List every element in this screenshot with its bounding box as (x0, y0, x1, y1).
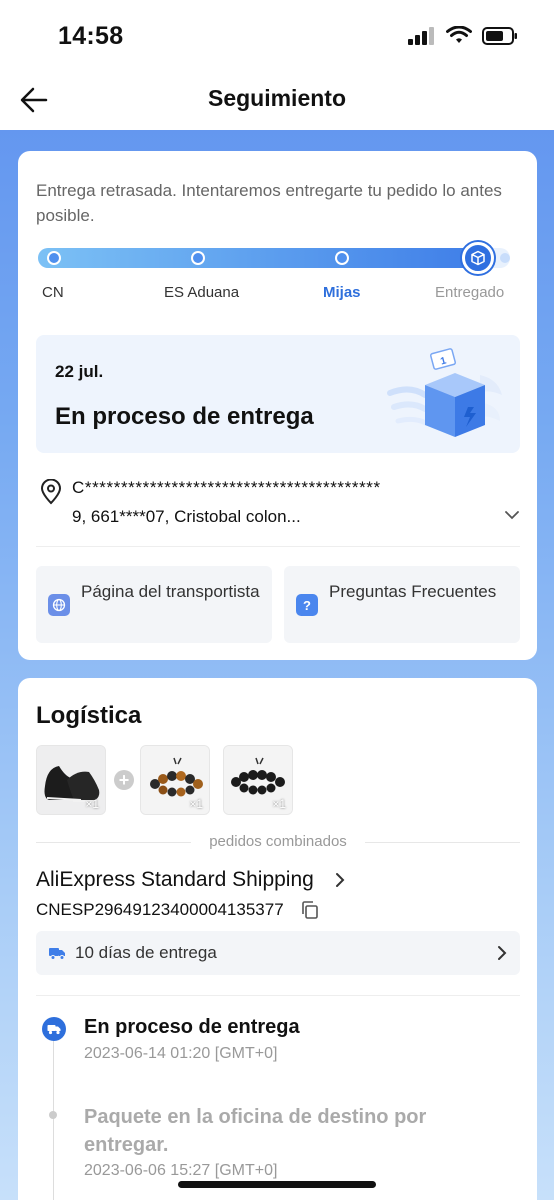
progress-fill (38, 248, 481, 268)
timeline-event-time: 2023-06-06 15:27 [GMT+0] (84, 1162, 278, 1179)
product-thumbnail-black-bead-bracelet[interactable]: ×1 (223, 745, 293, 815)
package-icon (471, 250, 485, 266)
timeline-event-title: Paquete en la oficina de destino por ent… (84, 1106, 427, 1156)
timeline-event-time: 2023-06-14 01:20 [GMT+0] (84, 1045, 278, 1062)
quantity-label: ×1 (272, 797, 286, 811)
status-bar: 14:58 (0, 0, 554, 70)
stage-label-mijas: Mijas (323, 284, 361, 301)
delivery-box-illustration: 1 (387, 348, 502, 437)
plus-icon: + (114, 770, 134, 790)
chevron-right-icon (336, 873, 345, 887)
faq-button[interactable]: ? Preguntas Frecuentes (284, 566, 520, 643)
chevron-right-icon (498, 946, 507, 960)
progress-tail (500, 253, 510, 263)
truck-icon (49, 948, 65, 960)
stage-dot-aduana (191, 251, 205, 265)
globe-icon (48, 594, 70, 616)
quantity-label: ×1 (189, 797, 203, 811)
page-title: Seguimiento (207, 85, 346, 111)
carrier-name-link[interactable]: AliExpress Standard Shipping (36, 868, 314, 892)
home-indicator (178, 1181, 376, 1188)
chevron-down-icon (505, 511, 519, 520)
stage-dot-mijas (335, 251, 349, 265)
product-thumbnail-shoes[interactable]: ×1 (36, 745, 106, 815)
quantity-label: ×1 (85, 797, 99, 811)
stage-label-cn: CN (42, 284, 64, 301)
address-line-2: 9, 661****07, Cristobal colon... (72, 507, 301, 526)
progress-track (38, 242, 510, 274)
product-thumbnail-tiger-eye-bracelet[interactable]: ×1 (140, 745, 210, 815)
status-label: En proceso de entrega (55, 403, 314, 430)
logistics-title: Logística (36, 702, 142, 729)
status-box: 22 jul. En proceso de entrega 1 (36, 335, 520, 453)
address-line-1: C***************************************… (72, 478, 381, 497)
delivery-days-label: 10 días de entrega (75, 943, 217, 962)
combined-orders-row: pedidos combinados (36, 832, 520, 852)
logistics-card: Logística ×1 + ×1 ×1 pedidos combinados … (18, 678, 537, 1200)
stage-dot-cn (47, 251, 61, 265)
delivery-address-row[interactable]: C***************************************… (36, 474, 520, 546)
delivery-days-row[interactable]: 10 días de entrega (36, 931, 520, 975)
status-time: 14:58 (58, 22, 124, 50)
divider (36, 995, 520, 996)
timeline-event-title: En proceso de entrega (84, 1016, 300, 1038)
faq-label: Preguntas Frecuentes (329, 582, 497, 601)
carrier-page-label: Página del transportista (81, 582, 260, 601)
wifi-icon (446, 26, 472, 43)
tracking-card: Entrega retrasada. Intentaremos entregar… (18, 151, 537, 660)
stage-label-entregado: Entregado (435, 284, 505, 301)
divider (36, 546, 520, 547)
nav-bar: Seguimiento (0, 70, 554, 130)
divider (365, 842, 520, 843)
tracking-number: CNESP29649123400004135377 (36, 900, 284, 919)
timeline-dot (49, 1111, 57, 1119)
carrier-page-button[interactable]: Página del transportista (36, 566, 272, 643)
signal-icon (408, 26, 434, 45)
copy-icon[interactable] (300, 900, 320, 920)
battery-icon (482, 26, 517, 45)
question-icon: ? (296, 594, 318, 616)
status-date: 22 jul. (55, 362, 104, 381)
status-icons (408, 26, 518, 45)
current-stage-marker (462, 242, 494, 274)
truck-icon (42, 1017, 66, 1041)
stage-label-aduana: ES Aduana (164, 284, 240, 301)
delay-message: Entrega retrasada. Intentaremos entregar… (36, 181, 502, 225)
location-pin-icon (40, 479, 62, 505)
